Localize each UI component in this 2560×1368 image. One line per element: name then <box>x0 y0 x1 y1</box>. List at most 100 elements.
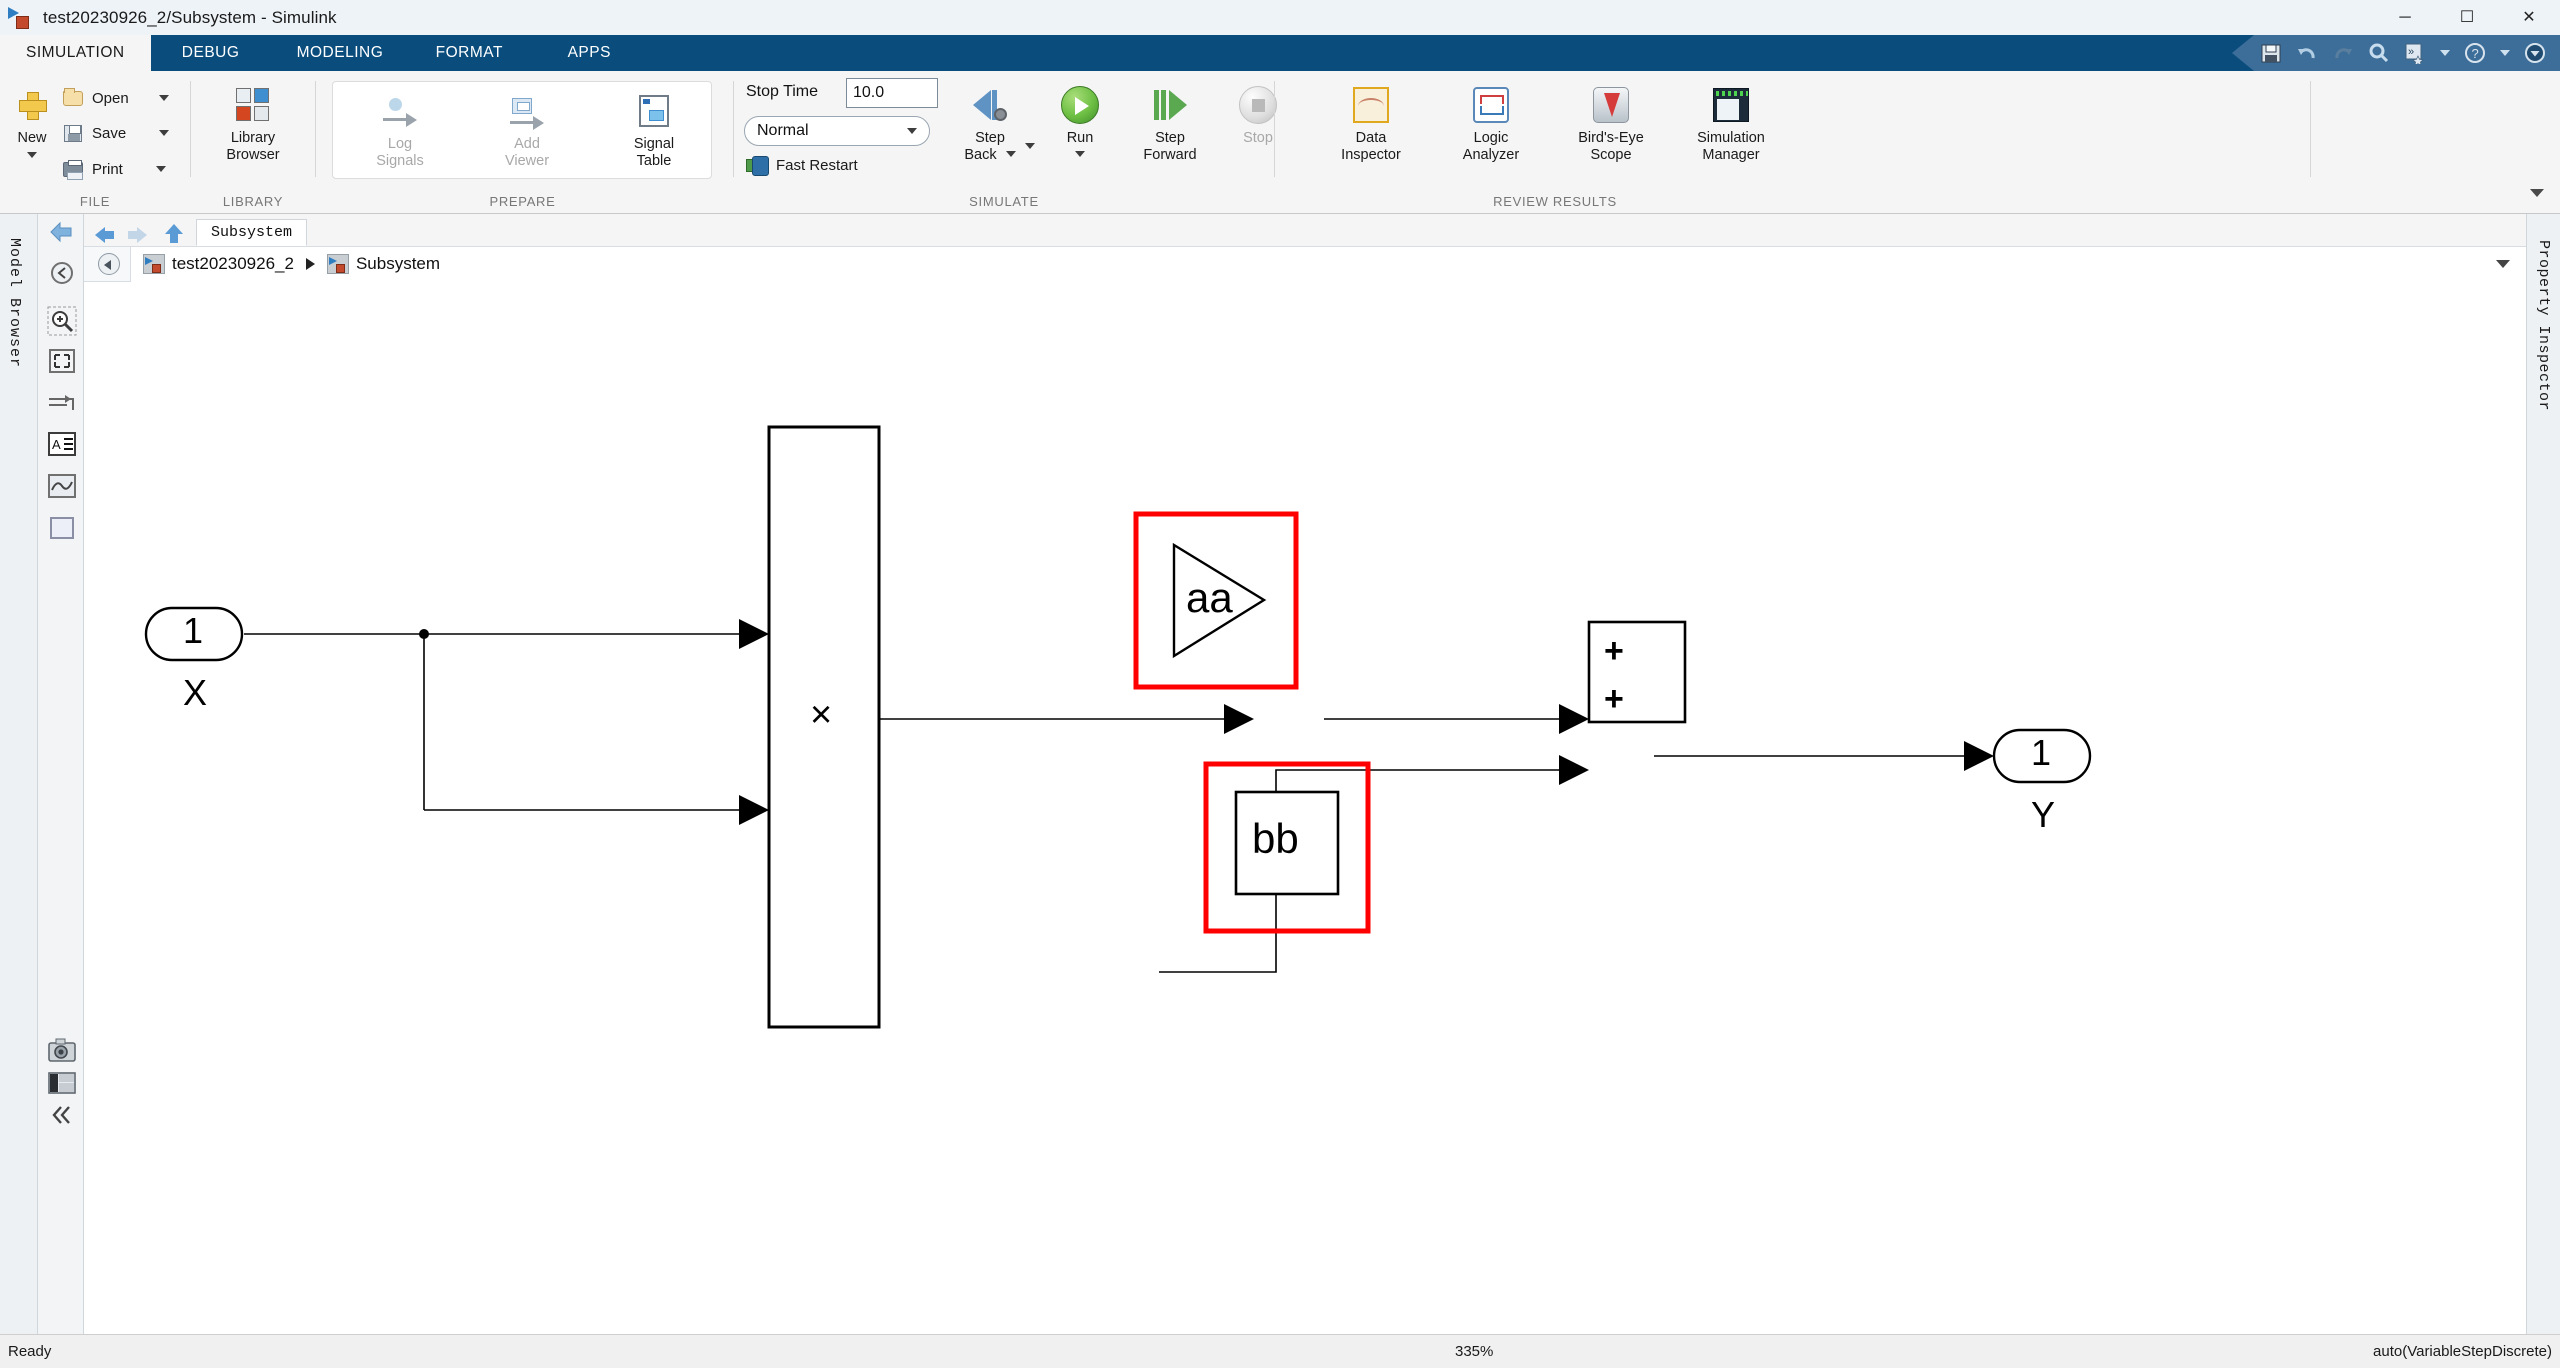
status-zoom-level[interactable]: 335% <box>1455 1343 1493 1360</box>
nav-up-icon[interactable] <box>158 220 186 246</box>
help-icon[interactable]: ? <box>2464 42 2486 64</box>
editor-area: Model Browser A Property Inspector Subsy… <box>0 214 2560 1334</box>
outport-1-label: Y <box>2031 794 2056 835</box>
collapse-icon[interactable] <box>47 1104 77 1134</box>
outport-1-number: 1 <box>2031 732 2052 773</box>
birds-eye-scope-button[interactable]: Bird's-Eye Scope <box>1565 83 1657 164</box>
close-button[interactable]: ✕ <box>2498 0 2560 35</box>
document-tab-subsystem[interactable]: Subsystem <box>196 219 308 246</box>
inport-1-number: 1 <box>183 610 204 651</box>
print-caret-icon[interactable] <box>155 166 166 172</box>
customize-favorites-icon[interactable]: » <box>2404 42 2426 67</box>
save-button[interactable]: Save <box>62 122 170 144</box>
zoom-fit-icon[interactable] <box>47 346 77 376</box>
new-label: New <box>17 130 47 146</box>
maximize-button[interactable]: ☐ <box>2436 0 2498 35</box>
new-caret-icon[interactable] <box>27 152 37 158</box>
property-inspector-panel[interactable]: Property Inspector <box>2526 214 2560 1334</box>
nav-forward-icon <box>124 220 152 246</box>
show-more-icon[interactable] <box>2524 42 2546 64</box>
nav-back-icon[interactable] <box>90 220 118 246</box>
camera-icon[interactable] <box>47 1038 77 1068</box>
layout-icon[interactable] <box>47 1070 77 1100</box>
customize-caret-icon[interactable] <box>2440 50 2450 56</box>
help-caret-icon[interactable] <box>2500 50 2510 56</box>
model-icon <box>143 254 165 274</box>
simulate-group-label: SIMULATE <box>969 194 1039 209</box>
tab-debug[interactable]: DEBUG <box>151 35 271 71</box>
tab-simulation[interactable]: SIMULATION <box>0 35 151 71</box>
new-button[interactable]: New <box>0 83 64 158</box>
breadcrumb-item-subsystem[interactable]: Subsystem <box>356 254 440 274</box>
step-back-caret-icon[interactable] <box>1005 151 1016 157</box>
simulink-model-icon <box>7 5 35 31</box>
step-back-button[interactable]: Step Back <box>944 83 1036 164</box>
save-caret-icon[interactable] <box>159 130 170 136</box>
signal-table-icon <box>632 89 676 133</box>
ribbon-expand-caret-icon[interactable] <box>2530 189 2544 197</box>
chevron-down-icon <box>907 128 917 134</box>
ribbon: New Open Save Print FILE Library Browser… <box>0 71 2560 214</box>
stop-time-input[interactable]: 10.0 <box>846 78 938 108</box>
close-icon: ✕ <box>2522 8 2536 26</box>
open-button[interactable]: Open <box>62 87 169 109</box>
save-icon[interactable] <box>2260 42 2282 64</box>
floppy-disk-icon <box>62 122 84 144</box>
zoom-in-icon[interactable] <box>47 306 77 336</box>
tab-apps[interactable]: APPS <box>529 35 649 71</box>
logic-analyzer-button[interactable]: Logic Analyzer <box>1445 83 1537 164</box>
file-group-label: FILE <box>79 194 111 209</box>
step-forward-button[interactable]: Step Forward <box>1124 83 1216 164</box>
log-signals-line2: Signals <box>376 153 424 169</box>
search-icon[interactable] <box>2368 42 2390 64</box>
library-line1: Library <box>230 130 276 146</box>
open-label: Open <box>92 89 129 107</box>
undo-icon[interactable] <box>2296 42 2318 64</box>
fit-to-view-icon[interactable] <box>47 258 77 288</box>
print-label: Print <box>92 160 123 178</box>
run-icon <box>1058 83 1102 127</box>
breadcrumb-back-icon[interactable] <box>98 253 120 275</box>
breadcrumb-item-model[interactable]: test20230926_2 <box>172 254 294 274</box>
annotation-icon[interactable]: A <box>47 430 77 460</box>
library-browser-button[interactable]: Library Browser <box>207 83 299 164</box>
step-back-line1: Step <box>975 130 1005 146</box>
run-label: Run <box>1066 130 1094 146</box>
area-icon[interactable] <box>47 514 77 544</box>
fast-restart-icon <box>746 154 769 176</box>
simulation-manager-button[interactable]: Simulation Manager <box>1685 83 1777 164</box>
status-solver[interactable]: auto(VariableStepDiscrete) <box>2373 1343 2552 1360</box>
tab-format[interactable]: FORMAT <box>409 35 529 71</box>
ribbon-group-library: Library Browser LIBRARY <box>191 71 315 214</box>
add-viewer-line2: Viewer <box>504 153 550 169</box>
library-line2: Browser <box>226 147 280 163</box>
breadcrumb: test20230926_2 Subsystem <box>130 246 2526 282</box>
birds-eye-scope-icon <box>1589 83 1633 127</box>
data-inspector-button[interactable]: Data Inspector <box>1325 83 1417 164</box>
open-caret-icon[interactable] <box>158 95 169 101</box>
ribbon-group-review-results: Data Inspector Logic Analyzer Bird's-Eye… <box>1275 71 1835 214</box>
signal-table-button[interactable]: Signal Table <box>608 89 700 170</box>
stop-label: Stop <box>1243 130 1273 146</box>
log-signals-button: Log Signals <box>354 89 446 170</box>
run-button[interactable]: Run <box>1034 83 1126 157</box>
back-icon[interactable] <box>47 220 77 250</box>
simulation-mode-select[interactable]: Normal <box>744 116 930 146</box>
tab-modeling[interactable]: MODELING <box>271 35 410 71</box>
step-back-line2: Back <box>964 147 997 163</box>
simulation-mode-value: Normal <box>757 122 809 139</box>
simulation-manager-line1: Simulation <box>1697 130 1765 146</box>
run-caret-icon[interactable] <box>1075 151 1085 157</box>
chevron-down-icon[interactable] <box>2496 260 2510 268</box>
fast-restart-toggle[interactable]: Fast Restart <box>746 154 858 176</box>
block-diagram-canvas[interactable]: 1 X × aa bb + + 1 Y <box>84 282 2526 1334</box>
divider <box>2310 81 2311 177</box>
print-button[interactable]: Print <box>62 158 166 180</box>
breadcrumb-bar: test20230926_2 Subsystem <box>84 246 2526 282</box>
model-browser-panel[interactable]: Model Browser <box>0 214 38 1334</box>
window-title: test20230926_2/Subsystem - Simulink <box>43 7 337 27</box>
minimize-button[interactable]: ─ <box>2374 0 2436 35</box>
signal-routing-icon[interactable] <box>47 390 77 420</box>
svg-text:?: ? <box>2472 46 2479 61</box>
scope-icon[interactable] <box>47 472 77 502</box>
